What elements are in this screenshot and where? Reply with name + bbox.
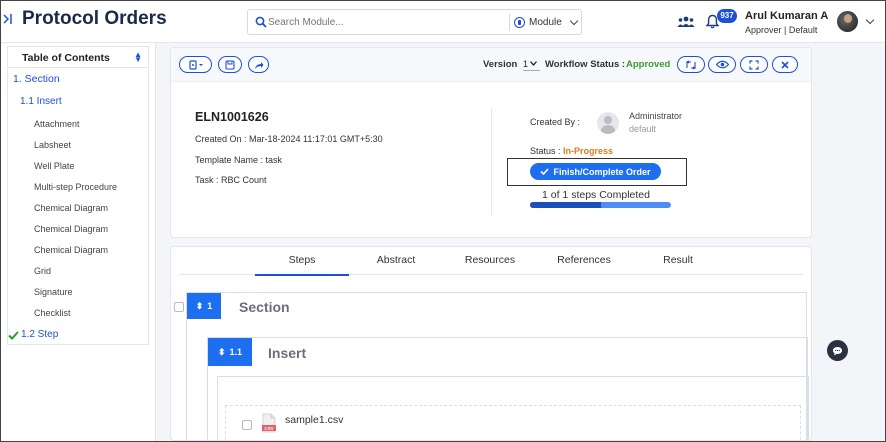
finish-complete-order-button[interactable]: Finish/Complete Order (530, 163, 661, 180)
tab-steps[interactable]: Steps (255, 254, 349, 266)
section-number-tag[interactable]: ⬍ 1 (187, 293, 221, 319)
tab-references[interactable]: References (537, 254, 631, 266)
attachment-row: CSV sample1.csv (225, 405, 801, 440)
steps-completed-text: 1 of 1 steps Completed (542, 189, 650, 201)
chat-icon (833, 346, 842, 355)
user-name: Arul Kumaran A (745, 10, 829, 22)
module-icon (514, 17, 525, 28)
section-block: ⬍ 1 Section ⬍ 1.1 Insert CSV sample1.csv (186, 292, 809, 440)
notification-badge: 937 (717, 9, 737, 23)
version-label: Version (483, 59, 518, 70)
fullscreen-button[interactable] (740, 56, 768, 73)
insert-number: 1.1 (229, 347, 243, 357)
insert-block: ⬍ 1.1 Insert CSV sample1.csv (207, 337, 809, 440)
chat-button[interactable] (827, 340, 848, 361)
toc-header: Table of Contents ▲ ▼ (7, 46, 149, 68)
sidebar-item-grid[interactable]: Grid (34, 266, 51, 276)
sort-icon[interactable]: ▲ ▼ (134, 51, 142, 64)
avatar[interactable] (837, 11, 858, 32)
sidebar-item-checklist[interactable]: Checklist (34, 308, 71, 318)
save-button[interactable] (218, 56, 242, 73)
status-label: Status : (530, 146, 561, 156)
check-icon (540, 168, 550, 175)
search-divider (509, 14, 510, 31)
toolbar: Version 1 Workflow Status : Approved (171, 48, 811, 82)
created-on: Created On : Mar-18-2024 11:17:01 GMT+5:… (195, 134, 383, 144)
workflow-status-label: Workflow Status : (545, 59, 626, 70)
version-history-button[interactable] (677, 56, 705, 73)
share-button[interactable] (248, 56, 269, 73)
drag-handle-icon[interactable]: ⬍ (218, 347, 226, 358)
divider (491, 108, 492, 215)
tab-result[interactable]: Result (631, 254, 725, 266)
user-placeholder-icon (597, 112, 619, 134)
sidebar-item-multi-step-procedure[interactable]: Multi-step Procedure (34, 182, 117, 192)
tab-abstract[interactable]: Abstract (349, 254, 443, 266)
search-input[interactable] (268, 14, 508, 31)
status-text: Status : In-Progress (530, 146, 613, 156)
steps-card: Steps Abstract Resources References Resu… (170, 246, 812, 441)
sidebar-item-chemical-diagram[interactable]: Chemical Diagram (34, 224, 108, 234)
tab-resources[interactable]: Resources (443, 254, 537, 266)
chevron-down-icon[interactable] (865, 15, 875, 25)
creator-name: Administrator (629, 111, 683, 121)
sidebar-item-signature[interactable]: Signature (34, 287, 73, 297)
order-details-card: Version 1 Workflow Status : Approved ELN… (170, 47, 812, 238)
sidebar-item-attachment[interactable]: Attachment (34, 119, 80, 129)
version-value: 1 (523, 58, 529, 69)
top-header: Protocol Orders Module 937 Arul Kumaran … (1, 1, 885, 43)
module-select[interactable]: Module (514, 14, 579, 31)
creator-group: default (629, 124, 657, 134)
insert-number-tag[interactable]: ⬍ 1.1 (208, 338, 252, 366)
sidebar-item-step[interactable]: 1.2 Step (21, 329, 58, 340)
check-icon (8, 331, 19, 340)
file-checkbox[interactable] (242, 420, 252, 430)
sidebar-item-chemical-diagram[interactable]: Chemical Diagram (34, 203, 108, 213)
sidebar-toggle-icon[interactable] (3, 13, 12, 25)
file-name[interactable]: sample1.csv (285, 414, 343, 426)
status-value: In-Progress (563, 146, 614, 156)
sidebar: Table of Contents ▲ ▼ 1. Section 1.1 Inse… (1, 43, 156, 441)
sidebar-item-insert[interactable]: 1.1 Insert (20, 96, 62, 107)
eln-id: ELN1001626 (195, 110, 269, 124)
sidebar-item-well-plate[interactable]: Well Plate (34, 161, 74, 171)
steps-progress-bar (530, 202, 671, 208)
chevron-down-icon (530, 61, 538, 66)
section-title: Section (239, 299, 290, 315)
drag-handle-icon[interactable]: ⬍ (196, 301, 204, 312)
sidebar-item-section[interactable]: 1. Section (13, 73, 60, 85)
search-box: Module (247, 9, 582, 35)
user-role: Approver | Default (745, 25, 818, 35)
task-name: Task : RBC Count (195, 175, 267, 185)
save-dropdown-button[interactable] (179, 56, 212, 73)
csv-file-icon: CSV (262, 413, 276, 433)
team-icon[interactable] (677, 15, 695, 28)
template-name: Template Name : task (195, 155, 283, 165)
toc-title: Table of Contents (22, 52, 110, 64)
module-label: Module (529, 17, 562, 28)
workflow-status-value: Approved (626, 59, 671, 70)
active-tab-indicator (255, 274, 349, 276)
sidebar-item-labsheet[interactable]: Labsheet (34, 140, 71, 150)
close-button[interactable] (772, 56, 798, 73)
tab-bar: Steps Abstract Resources References Resu… (179, 247, 803, 276)
app-title: Protocol Orders (22, 8, 167, 29)
finish-button-label: Finish/Complete Order (553, 166, 651, 177)
section-checkbox[interactable] (174, 302, 184, 312)
created-by-label: Created By : (530, 117, 581, 127)
chevron-down-icon (569, 16, 579, 26)
section-number: 1 (207, 301, 213, 311)
progress-fill (530, 202, 601, 208)
file-type-label: CSV (264, 426, 273, 431)
sidebar-item-chemical-diagram[interactable]: Chemical Diagram (34, 245, 108, 255)
search-icon (255, 16, 267, 28)
attachment-block: CSV sample1.csv (217, 376, 809, 440)
preview-button[interactable] (708, 56, 736, 73)
version-select[interactable]: 1 (523, 57, 540, 71)
insert-title: Insert (268, 345, 307, 361)
